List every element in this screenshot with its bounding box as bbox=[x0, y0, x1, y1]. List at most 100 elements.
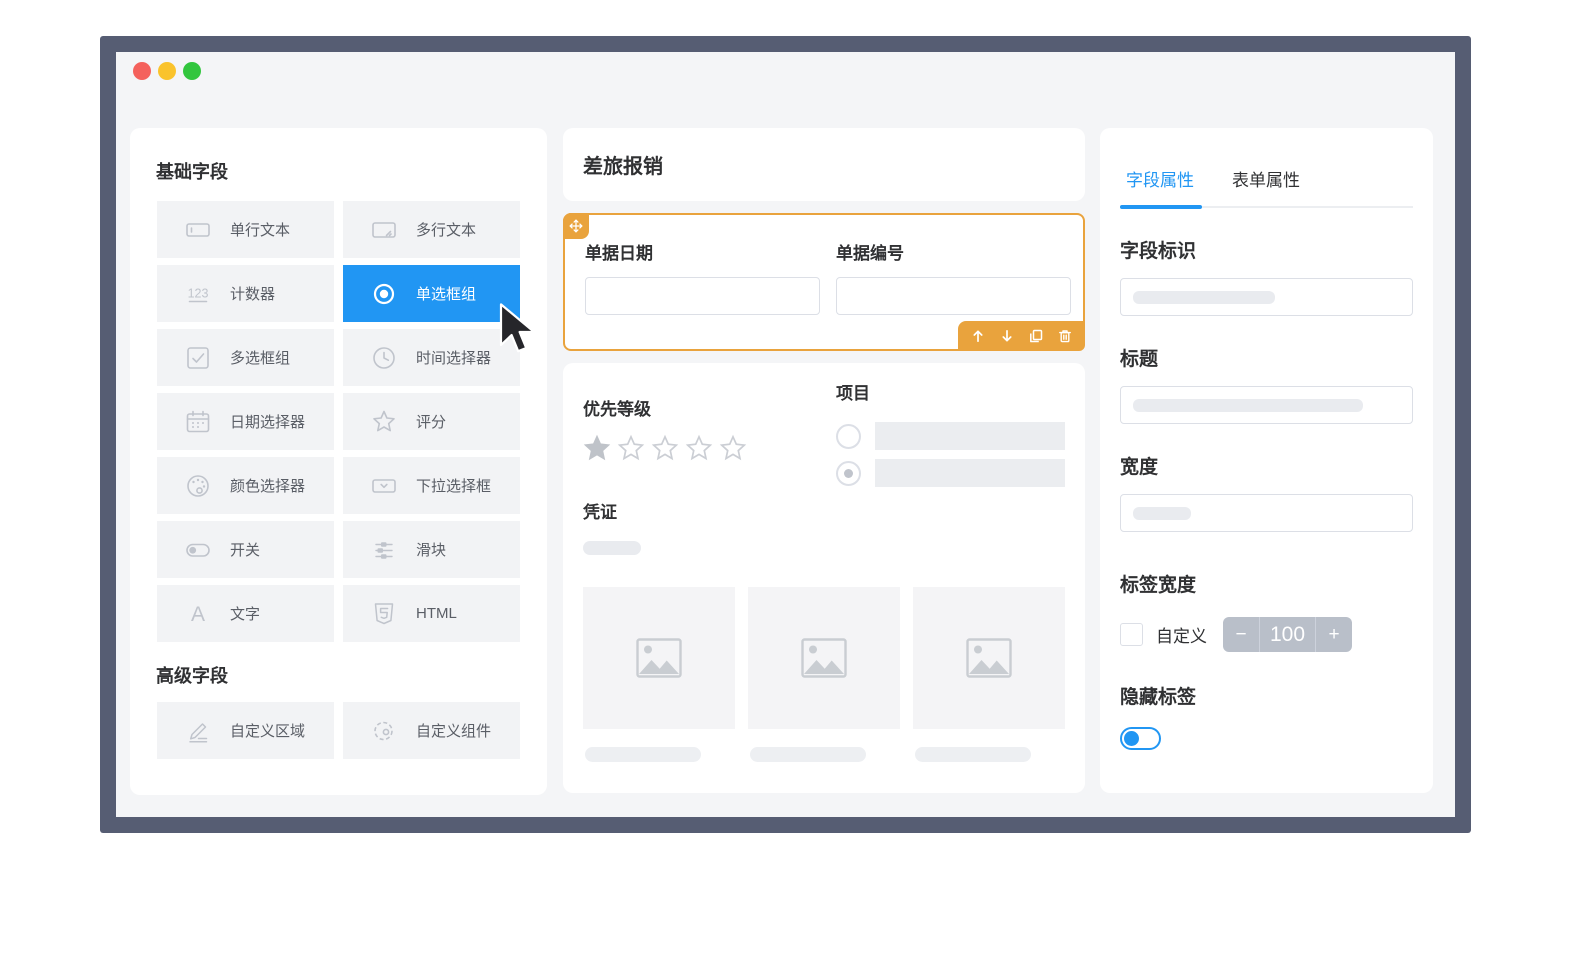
radio-option[interactable] bbox=[836, 424, 861, 449]
custom-checkbox[interactable] bbox=[1120, 623, 1143, 646]
field-type-label: 下拉选择框 bbox=[416, 475, 491, 496]
project-option[interactable] bbox=[836, 422, 1065, 450]
field-type-rate[interactable]: 评分 bbox=[343, 393, 520, 450]
title-input[interactable] bbox=[1120, 386, 1413, 424]
field-type-label: 单选框组 bbox=[416, 283, 476, 304]
field-type-select[interactable]: 下拉选择框 bbox=[343, 457, 520, 514]
caption-placeholder bbox=[915, 747, 1031, 762]
close-button[interactable] bbox=[133, 62, 151, 80]
option-placeholder bbox=[875, 459, 1065, 487]
field-type-color-picker[interactable]: 颜色选择器 bbox=[157, 457, 334, 514]
html-icon bbox=[369, 599, 399, 629]
tab-field-properties[interactable]: 字段属性 bbox=[1126, 166, 1194, 191]
move-icon bbox=[569, 219, 583, 233]
radio-option[interactable] bbox=[836, 461, 861, 486]
form-title-card: 差旅报销 bbox=[563, 128, 1085, 201]
field-type-label: 多行文本 bbox=[416, 219, 476, 240]
form-widgets-card: 优先等级 凭证 项目 bbox=[563, 363, 1085, 793]
window-content: 基础字段 单行文本 多行文本 123 计数器 单选框组 bbox=[116, 52, 1455, 817]
width-input[interactable] bbox=[1120, 494, 1413, 532]
delete-icon[interactable] bbox=[1057, 328, 1073, 344]
svg-text:123: 123 bbox=[188, 286, 209, 300]
attachment-captions bbox=[583, 747, 1065, 762]
section-title-basic-fields: 基础字段 bbox=[156, 158, 547, 184]
move-down-icon[interactable] bbox=[999, 328, 1015, 344]
field-type-date-picker[interactable]: 日期选择器 bbox=[157, 393, 334, 450]
field-type-time-picker[interactable]: 时间选择器 bbox=[343, 329, 520, 386]
rating-star bbox=[617, 434, 645, 462]
advanced-fields-grid: 自定义区域 自定义组件 bbox=[157, 702, 547, 759]
select-icon bbox=[369, 471, 399, 501]
time-icon bbox=[369, 343, 399, 373]
field-id-input[interactable] bbox=[1120, 278, 1413, 316]
field-type-checkbox-group[interactable]: 多选框组 bbox=[157, 329, 334, 386]
number-input[interactable] bbox=[836, 277, 1071, 315]
field-type-label: 自定义区域 bbox=[230, 720, 305, 741]
stepper-increase-button[interactable]: + bbox=[1316, 617, 1352, 652]
field-type-label: 自定义组件 bbox=[416, 720, 491, 741]
field-type-html[interactable]: HTML bbox=[343, 585, 520, 642]
selected-field-group[interactable]: 单据日期 单据编号 bbox=[563, 213, 1085, 351]
field-type-label: 文字 bbox=[230, 603, 260, 624]
prop-label-title: 标题 bbox=[1120, 344, 1413, 371]
attachment-thumbnails bbox=[583, 587, 1065, 729]
section-title-advanced-fields: 高级字段 bbox=[156, 662, 547, 688]
svg-text:A: A bbox=[191, 603, 205, 626]
color-icon bbox=[183, 471, 213, 501]
date-input[interactable] bbox=[585, 277, 820, 315]
field-type-text[interactable]: A 文字 bbox=[157, 585, 334, 642]
move-up-icon[interactable] bbox=[970, 328, 986, 344]
label-width-row: 自定义 − 100 + bbox=[1120, 617, 1413, 652]
checkbox-icon bbox=[183, 343, 213, 373]
selection-toolbar bbox=[958, 321, 1085, 351]
properties-tabs: 字段属性 表单属性 bbox=[1126, 166, 1413, 191]
field-type-textarea[interactable]: 多行文本 bbox=[343, 201, 520, 258]
rating-star bbox=[583, 434, 611, 462]
image-placeholder bbox=[583, 587, 735, 729]
field-type-counter[interactable]: 123 计数器 bbox=[157, 265, 334, 322]
drag-handle[interactable] bbox=[563, 213, 589, 239]
field-type-switch[interactable]: 开关 bbox=[157, 521, 334, 578]
project-option[interactable] bbox=[836, 459, 1065, 487]
prop-label-label-width: 标签宽度 bbox=[1120, 570, 1413, 597]
field-type-label: 日期选择器 bbox=[230, 411, 305, 432]
field-type-label: 计数器 bbox=[230, 283, 275, 304]
textarea-icon bbox=[369, 215, 399, 245]
prop-label-hide-label: 隐藏标签 bbox=[1120, 682, 1413, 709]
rating-label: 优先等级 bbox=[583, 395, 820, 420]
field-type-label: 多选框组 bbox=[230, 347, 290, 368]
field-type-custom-area[interactable]: 自定义区域 bbox=[157, 702, 334, 759]
stepper-decrease-button[interactable]: − bbox=[1223, 617, 1259, 652]
zoom-button[interactable] bbox=[183, 62, 201, 80]
image-placeholder bbox=[913, 587, 1065, 729]
input-placeholder bbox=[1133, 399, 1363, 412]
minimize-button[interactable] bbox=[158, 62, 176, 80]
prop-label-width: 宽度 bbox=[1120, 452, 1413, 479]
label-width-stepper: − 100 + bbox=[1223, 617, 1352, 652]
copy-icon[interactable] bbox=[1028, 328, 1044, 344]
field-type-custom-component[interactable]: 自定义组件 bbox=[343, 702, 520, 759]
hide-label-toggle[interactable] bbox=[1120, 727, 1161, 750]
switch-icon bbox=[183, 535, 213, 565]
date-icon bbox=[183, 407, 213, 437]
field-type-radio-group[interactable]: 单选框组 bbox=[343, 265, 520, 322]
field-type-label: 时间选择器 bbox=[416, 347, 491, 368]
picture-icon bbox=[636, 638, 682, 678]
prop-label-field-id: 字段标识 bbox=[1120, 236, 1413, 263]
rating-stars[interactable] bbox=[583, 434, 820, 462]
stepper-value[interactable]: 100 bbox=[1259, 617, 1316, 652]
rating-star bbox=[685, 434, 713, 462]
field-type-single-line-text[interactable]: 单行文本 bbox=[157, 201, 334, 258]
field-type-slider[interactable]: 滑块 bbox=[343, 521, 520, 578]
tab-form-properties[interactable]: 表单属性 bbox=[1232, 166, 1300, 191]
slider-icon bbox=[369, 535, 399, 565]
custom-checkbox-label: 自定义 bbox=[1156, 622, 1207, 647]
app-window: 基础字段 单行文本 多行文本 123 计数器 单选框组 bbox=[100, 36, 1471, 833]
input-placeholder bbox=[1133, 507, 1191, 520]
rating-star bbox=[651, 434, 679, 462]
input-placeholder bbox=[1133, 291, 1275, 304]
field-type-label: 评分 bbox=[416, 411, 446, 432]
field-label: 单据日期 bbox=[585, 239, 820, 264]
field-type-label: 滑块 bbox=[416, 539, 446, 560]
form-title: 差旅报销 bbox=[583, 150, 663, 179]
